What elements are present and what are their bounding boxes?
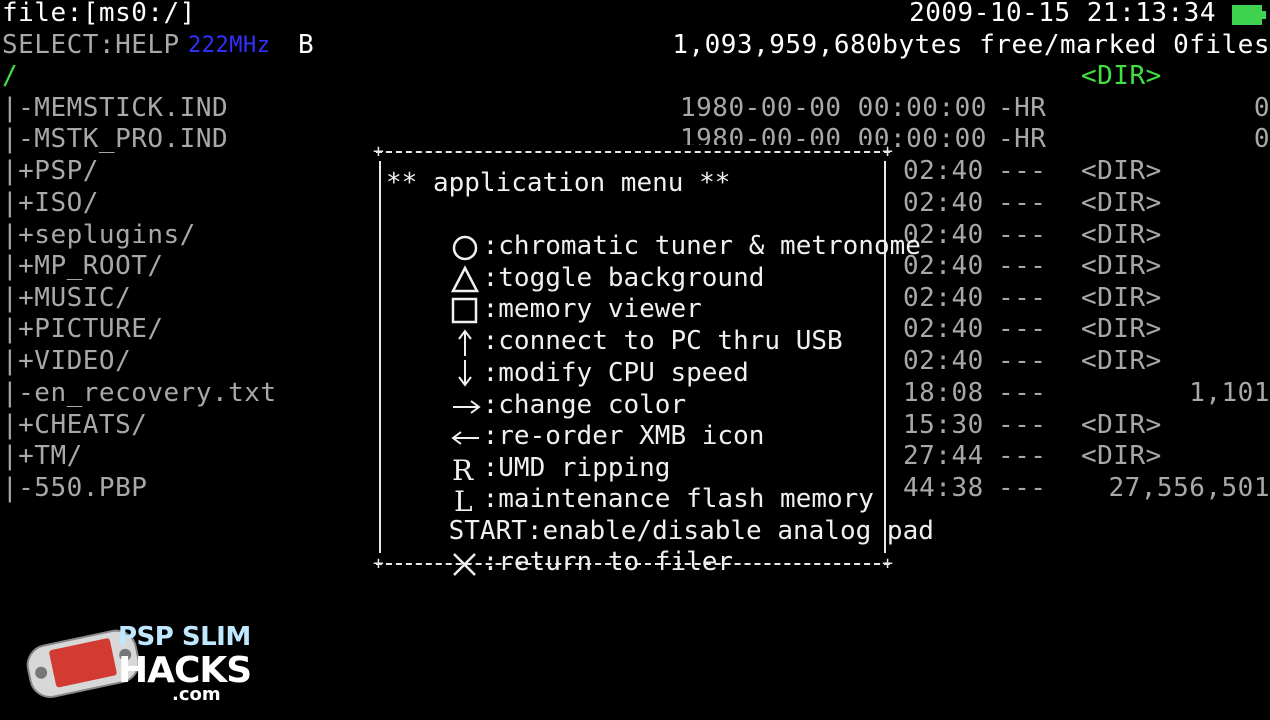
current-directory: / xyxy=(2,61,19,91)
file-row-attr: --- xyxy=(998,346,1047,376)
menu-border-left xyxy=(379,161,381,553)
logo-text-line3: .com xyxy=(172,684,221,705)
menu-item-label: :return to filer xyxy=(482,547,734,577)
file-row-size: <DIR> xyxy=(1081,441,1162,471)
free-space-info: 1,093,959,680bytes free/marked 0files xyxy=(672,30,1270,60)
file-row-attr: --- xyxy=(998,441,1047,471)
file-row-size: <DIR> xyxy=(1081,220,1162,250)
file-row-size: <DIR> xyxy=(1081,314,1162,344)
file-row-size: <DIR> xyxy=(1081,188,1162,218)
drive-indicator: B xyxy=(298,30,315,60)
file-row-size: 27,556,501 xyxy=(1108,473,1270,503)
file-row-name[interactable]: |+ISO/ xyxy=(2,188,99,219)
file-row-attr: -HR xyxy=(998,93,1047,123)
path-label: file:[ms0:/] xyxy=(2,0,196,28)
cross-icon xyxy=(449,549,483,577)
file-row-time: 02:40 xyxy=(903,156,984,186)
menu-corner: + xyxy=(373,553,384,574)
file-row-name[interactable]: |-550.PBP xyxy=(2,473,147,504)
select-help-hint: SELECT:HELP xyxy=(2,30,180,60)
cpu-speed: 222MHz xyxy=(188,33,271,58)
file-row-attr: --- xyxy=(998,473,1047,503)
file-row-name[interactable]: |+CHEATS/ xyxy=(2,410,147,441)
menu-title: ** application menu ** xyxy=(386,168,731,198)
file-row-size: <DIR> xyxy=(1081,156,1162,186)
file-row-attr: --- xyxy=(998,220,1047,250)
file-row-time: 18:08 xyxy=(903,378,984,408)
menu-border-top xyxy=(376,151,890,153)
file-row-date: 1980-00-00 00:00:00 xyxy=(680,93,987,123)
file-row-attr: --- xyxy=(998,314,1047,344)
file-row-name[interactable]: |+PSP/ xyxy=(2,156,99,187)
file-row-attr: --- xyxy=(998,410,1047,440)
menu-item-return[interactable]: :return to filer xyxy=(386,516,733,609)
file-row-size: <DIR> xyxy=(1081,283,1162,313)
file-row-attr: --- xyxy=(998,188,1047,218)
file-row-name[interactable]: |+PICTURE/ xyxy=(2,314,164,345)
file-row-size: <DIR> xyxy=(1081,251,1162,281)
logo-text-line1: PSP SLIM xyxy=(118,622,251,652)
file-row-name[interactable]: |-MEMSTICK.IND xyxy=(2,93,228,124)
file-row-size: 0 xyxy=(1253,93,1270,123)
battery-icon xyxy=(1232,5,1266,25)
file-row-time: 27:44 xyxy=(903,441,984,471)
file-row-name[interactable]: |-en_recovery.txt xyxy=(2,378,277,409)
file-row-name[interactable]: |+MUSIC/ xyxy=(2,283,131,314)
file-row-time: 15:30 xyxy=(903,410,984,440)
menu-corner: + xyxy=(882,141,893,162)
file-row-size: <DIR> xyxy=(1081,410,1162,440)
file-row-attr: --- xyxy=(998,156,1047,186)
file-row-size: 0 xyxy=(1253,124,1270,154)
file-row-time: 02:40 xyxy=(903,314,984,344)
file-row-name[interactable]: |+MP_ROOT/ xyxy=(2,251,164,282)
file-row-attr: --- xyxy=(998,251,1047,281)
file-row-name[interactable]: |+TM/ xyxy=(2,441,83,472)
file-row-attr: -HR xyxy=(998,124,1047,154)
file-row-name[interactable]: |+VIDEO/ xyxy=(2,346,131,377)
file-row-name[interactable]: |+seplugins/ xyxy=(2,220,196,251)
file-row-name[interactable]: |-MSTK_PRO.IND xyxy=(2,124,228,155)
datetime: 2009-10-15 21:13:34 xyxy=(909,0,1216,28)
file-row-attr: --- xyxy=(998,283,1047,313)
file-row-size: <DIR> xyxy=(1081,346,1162,376)
file-row-time: 02:40 xyxy=(903,346,984,376)
file-row-attr: --- xyxy=(998,378,1047,408)
current-directory-tag: <DIR> xyxy=(1081,61,1162,91)
file-row-size: 1,101 xyxy=(1189,378,1270,408)
menu-corner: + xyxy=(373,141,384,162)
application-menu: + + + + ** application menu ** :chromati… xyxy=(373,141,934,578)
